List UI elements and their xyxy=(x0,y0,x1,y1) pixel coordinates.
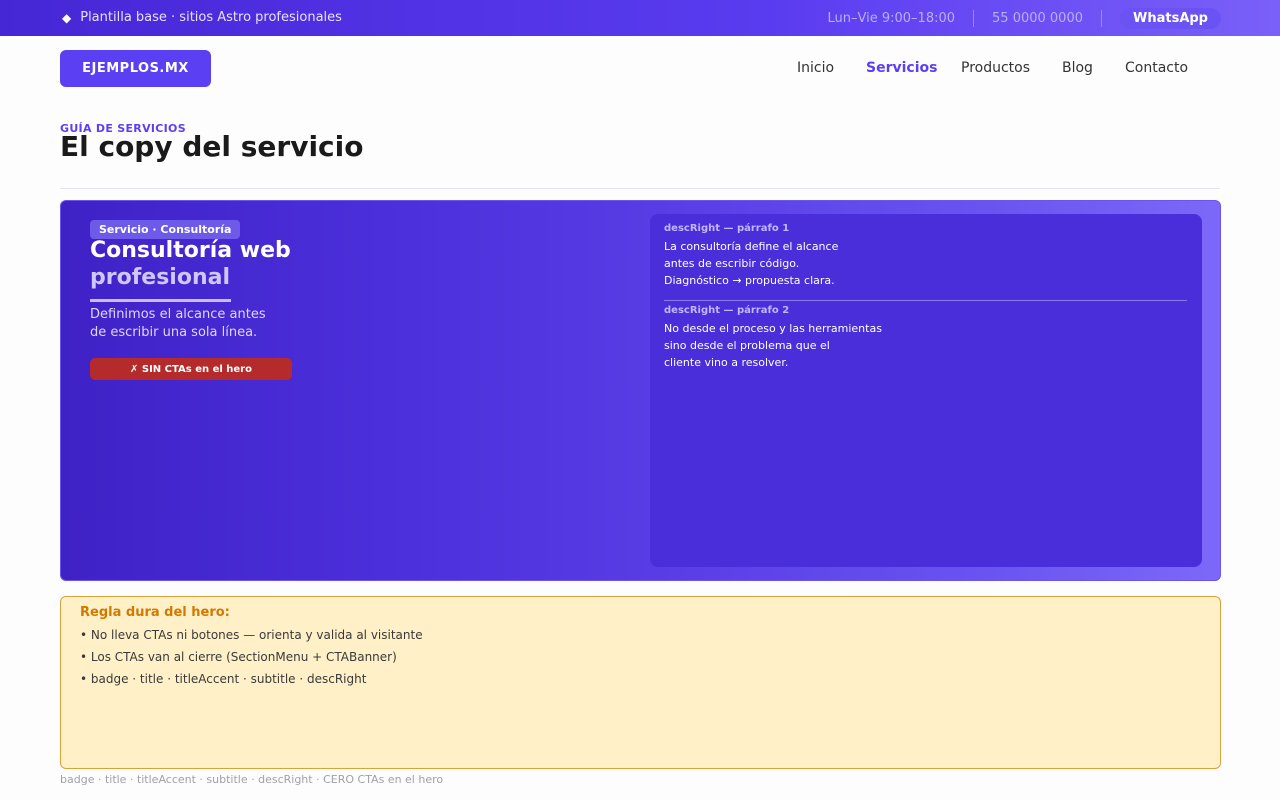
paragraph-line: sino desde el problema que el xyxy=(664,339,830,352)
rule-title: Regla dura del hero: xyxy=(80,605,230,620)
divider xyxy=(973,9,975,27)
desc-right-label-1: descRight — párrafo 1 xyxy=(664,223,790,234)
top-bar-left: ◆ Plantilla base · sitios Astro profesio… xyxy=(62,10,342,25)
top-bar: ◆ Plantilla base · sitios Astro profesio… xyxy=(0,0,1280,36)
paragraph-line: antes de escribir código. xyxy=(664,257,800,270)
page-title: El copy del servicio xyxy=(60,130,364,163)
diamond-icon: ◆ xyxy=(62,10,72,25)
accent-underline xyxy=(90,299,231,302)
nav-item-servicios[interactable]: Servicios xyxy=(866,60,937,76)
site-logo[interactable]: EJEMPLOS.MX xyxy=(60,50,211,87)
nav-item-productos[interactable]: Productos xyxy=(961,60,1030,76)
hero-title: Consultoría web xyxy=(90,238,291,263)
paragraph-line: No desde el proceso y las herramientas xyxy=(664,322,882,335)
rule-item: • badge · title · titleAccent · subtitle… xyxy=(80,672,367,686)
hero-badge: Servicio · Consultoría xyxy=(90,220,241,239)
paragraph-line: La consultoría define el alcance xyxy=(664,240,839,253)
desc-right-paragraph-2: No desde el proceso y las herramientas s… xyxy=(664,320,964,371)
paragraph-divider xyxy=(664,300,1187,301)
desc-right-panel: descRight — párrafo 1 La consultoría def… xyxy=(650,214,1202,567)
hero-subtitle-line: de escribir una sola línea. xyxy=(90,325,258,340)
main-navbar: EJEMPLOS.MX Inicio Servicios Productos B… xyxy=(0,36,1280,102)
business-hours: Lun–Vie 9:00–18:00 xyxy=(827,10,956,26)
nav-item-inicio[interactable]: Inicio xyxy=(797,60,834,76)
hero-subtitle: Definimos el alcance antes de escribir u… xyxy=(90,306,320,342)
paragraph-line: Diagnóstico → propuesta clara. xyxy=(664,274,835,287)
divider xyxy=(1101,9,1102,27)
phone-number[interactable]: 55 0000 0000 xyxy=(992,11,1083,26)
hero-subtitle-line: Definimos el alcance antes xyxy=(90,307,266,322)
paragraph-line: cliente vino a resolver. xyxy=(664,356,789,369)
nav-item-blog[interactable]: Blog xyxy=(1062,60,1093,76)
top-bar-right: Lun–Vie 9:00–18:00 55 0000 0000 WhatsApp xyxy=(828,7,1221,29)
nav-item-contacto[interactable]: Contacto xyxy=(1125,60,1188,76)
desc-right-paragraph-1: La consultoría define el alcance antes d… xyxy=(664,238,964,289)
rule-item: • No lleva CTAs ni botones — orienta y v… xyxy=(80,628,423,642)
hero-rule-callout: Regla dura del hero: • No lleva CTAs ni … xyxy=(60,596,1221,769)
hero-title-accent: profesional xyxy=(90,265,231,290)
hero-preview: Servicio · Consultoría Consultoría web p… xyxy=(60,200,1221,581)
header-divider xyxy=(60,188,1220,189)
rule-item: • Los CTAs van al cierre (SectionMenu + … xyxy=(80,650,397,664)
footnote: badge · title · titleAccent · subtitle ·… xyxy=(60,773,444,786)
whatsapp-button[interactable]: WhatsApp xyxy=(1120,7,1221,29)
top-bar-tagline: Plantilla base · sitios Astro profesiona… xyxy=(80,10,342,25)
desc-right-label-2: descRight — párrafo 2 xyxy=(664,305,790,316)
no-cta-badge: ✗ SIN CTAs en el hero xyxy=(90,358,292,380)
